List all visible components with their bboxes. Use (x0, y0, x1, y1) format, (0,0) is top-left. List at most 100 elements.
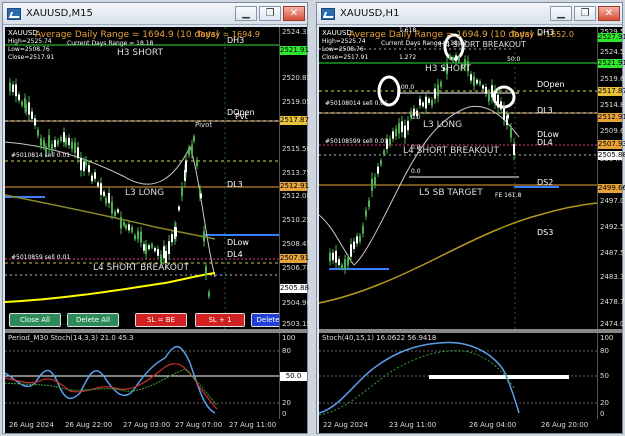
level-l4-short-breakout: L4 SHORT BREAKOUT (93, 263, 189, 273)
level-pivot: Pivot (195, 121, 213, 129)
candle-body (353, 241, 355, 249)
price-tick: 2515.50 (282, 145, 311, 153)
time-tick: 27 Aug 11:00 (229, 421, 277, 429)
candle-body (15, 84, 17, 97)
delete-all-button[interactable]: Delete All (67, 313, 119, 327)
symbol-label: XAUUSD (322, 29, 352, 37)
candle-body (350, 244, 352, 257)
scale-tick: 0 (282, 410, 287, 418)
close-button[interactable]: ✕ (598, 6, 620, 21)
sl-plus-1-button[interactable]: SL + 1 (195, 313, 245, 327)
candle-body (203, 231, 205, 242)
price-chart[interactable]: XAUUSD Average Daily Range = 1694.9 (10 … (5, 27, 279, 329)
time-scale[interactable]: 22 Aug 2024 23 Aug 11:00 26 Aug 04:00 26… (319, 419, 622, 433)
price-tick: 2478.70 (600, 298, 625, 306)
candle-body (131, 227, 133, 232)
scale-tick: 0 (600, 410, 605, 418)
scale-tick: 80 (282, 347, 291, 355)
time-tick: 26 Aug 20:00 (541, 421, 589, 429)
candle-body (362, 226, 364, 234)
level-dl3: DL3 (537, 106, 553, 115)
candle-body (431, 100, 433, 106)
candle-body (40, 138, 42, 146)
level-l3-long: L3 LONG (423, 120, 463, 130)
candle-body (160, 254, 162, 263)
scale-tick: 80 (600, 347, 609, 355)
price-chart-canvas (5, 27, 279, 329)
chart-window-m15[interactable]: XAUUSD,M15 ▁ ❐ ✕ XAUUSD Average Daily Ra… (2, 2, 311, 434)
price-scale[interactable]: 2524.35 2520.85 2519.05 2515.50 2513.75 … (279, 27, 311, 329)
fe-level: FE 161.8 (495, 192, 522, 199)
candle-body (25, 103, 27, 112)
candle-body (168, 241, 170, 254)
adr-text: Average Daily Range = 1694.9 (10 days) (349, 30, 534, 40)
scale-tick: 100 (600, 334, 614, 342)
price-tag: 2505.88 (598, 151, 625, 160)
price-tag: 2527.91 (598, 33, 625, 42)
candle-body (188, 147, 190, 155)
stoch-indicator[interactable]: Stoch(40,15,1) 16.0622 56.9418 (319, 333, 597, 419)
minimize-button[interactable]: ▁ (550, 6, 572, 21)
fib-level: 0.0 (411, 114, 421, 121)
candle-body (185, 160, 187, 173)
candle-body (205, 266, 207, 276)
minimize-button[interactable]: ▁ (235, 6, 257, 21)
window-titlebar[interactable]: XAUUSD,H1 ▁ ❐ ✕ (317, 3, 622, 25)
candle-body (332, 252, 334, 261)
candle-body (103, 191, 105, 196)
candle-body (374, 176, 376, 185)
level-pvt: Pvt (235, 112, 248, 121)
candle-body (407, 120, 409, 131)
candle-body (175, 227, 177, 237)
candle-body (377, 166, 379, 174)
price-tick: 2520.85 (282, 74, 311, 82)
candle-body (48, 135, 50, 148)
candle-body (83, 161, 85, 172)
scale-tag-50: 50.0 (280, 372, 307, 381)
time-tick: 22 Aug 2024 (323, 421, 368, 429)
stoch-canvas (5, 345, 279, 414)
stat-close: Close=2517.91 (8, 54, 55, 61)
sl-be-button[interactable]: SL = BE (135, 313, 187, 327)
candle-body (500, 101, 502, 110)
fib-level: 1.272 (399, 54, 417, 61)
candle-body (54, 140, 56, 148)
price-tick: 2492.50 (600, 223, 625, 231)
sell-order-1: #50108014 sell 0.01 (325, 100, 388, 107)
price-tag-dopen: 2517.87 (280, 116, 309, 125)
window-title: XAUUSD,H1 (340, 8, 400, 19)
candle-body (329, 252, 331, 262)
candle-body (482, 85, 484, 89)
candle-body (71, 141, 73, 150)
restore-button[interactable]: ❐ (574, 6, 596, 21)
price-tag: 2512.91 (598, 113, 625, 122)
scale-tick: 50 (600, 372, 609, 380)
candle-body (120, 217, 122, 229)
time-scale[interactable]: 26 Aug 2024 26 Aug 22:00 27 Aug 03:00 27… (5, 419, 307, 433)
candle-body (157, 249, 159, 256)
candle-body (356, 236, 358, 244)
candle-body (434, 88, 436, 99)
restore-button[interactable]: ❐ (259, 6, 281, 21)
delete-button[interactable]: Delete (251, 313, 279, 327)
price-tag: 2499.66 (598, 184, 625, 193)
price-scale[interactable]: 2529.50 2524.55 2519.60 2514.85 2509.65 … (597, 27, 625, 329)
price-tick: 2508.45 (282, 240, 311, 248)
level-dopen: DOpen (537, 80, 565, 89)
close-button[interactable]: ✕ (283, 6, 305, 21)
price-chart[interactable]: XAUUSD Average Daily Range = 1694.9 (10 … (319, 27, 597, 329)
candle-body (34, 118, 36, 126)
candle-body (488, 92, 490, 102)
candle-body (178, 206, 180, 211)
close-all-button[interactable]: Close All (9, 313, 61, 327)
candle-body (117, 209, 119, 213)
stoch-indicator[interactable]: Period_M30 Stoch(14,3,3) 21.0 45.3 (5, 333, 279, 419)
time-tick: 27 Aug 03:00 (123, 421, 171, 429)
candle-body (473, 76, 475, 86)
chart-window-h1[interactable]: XAUUSD,H1 ▁ ❐ ✕ XAUUSD Average Daily Ran… (316, 2, 625, 434)
candle-body (398, 123, 400, 134)
candle-body (94, 172, 96, 179)
window-titlebar[interactable]: XAUUSD,M15 ▁ ❐ ✕ (3, 3, 307, 25)
indicator-scale: 100 80 50 20 0 (597, 333, 622, 419)
candle-body (401, 121, 403, 133)
